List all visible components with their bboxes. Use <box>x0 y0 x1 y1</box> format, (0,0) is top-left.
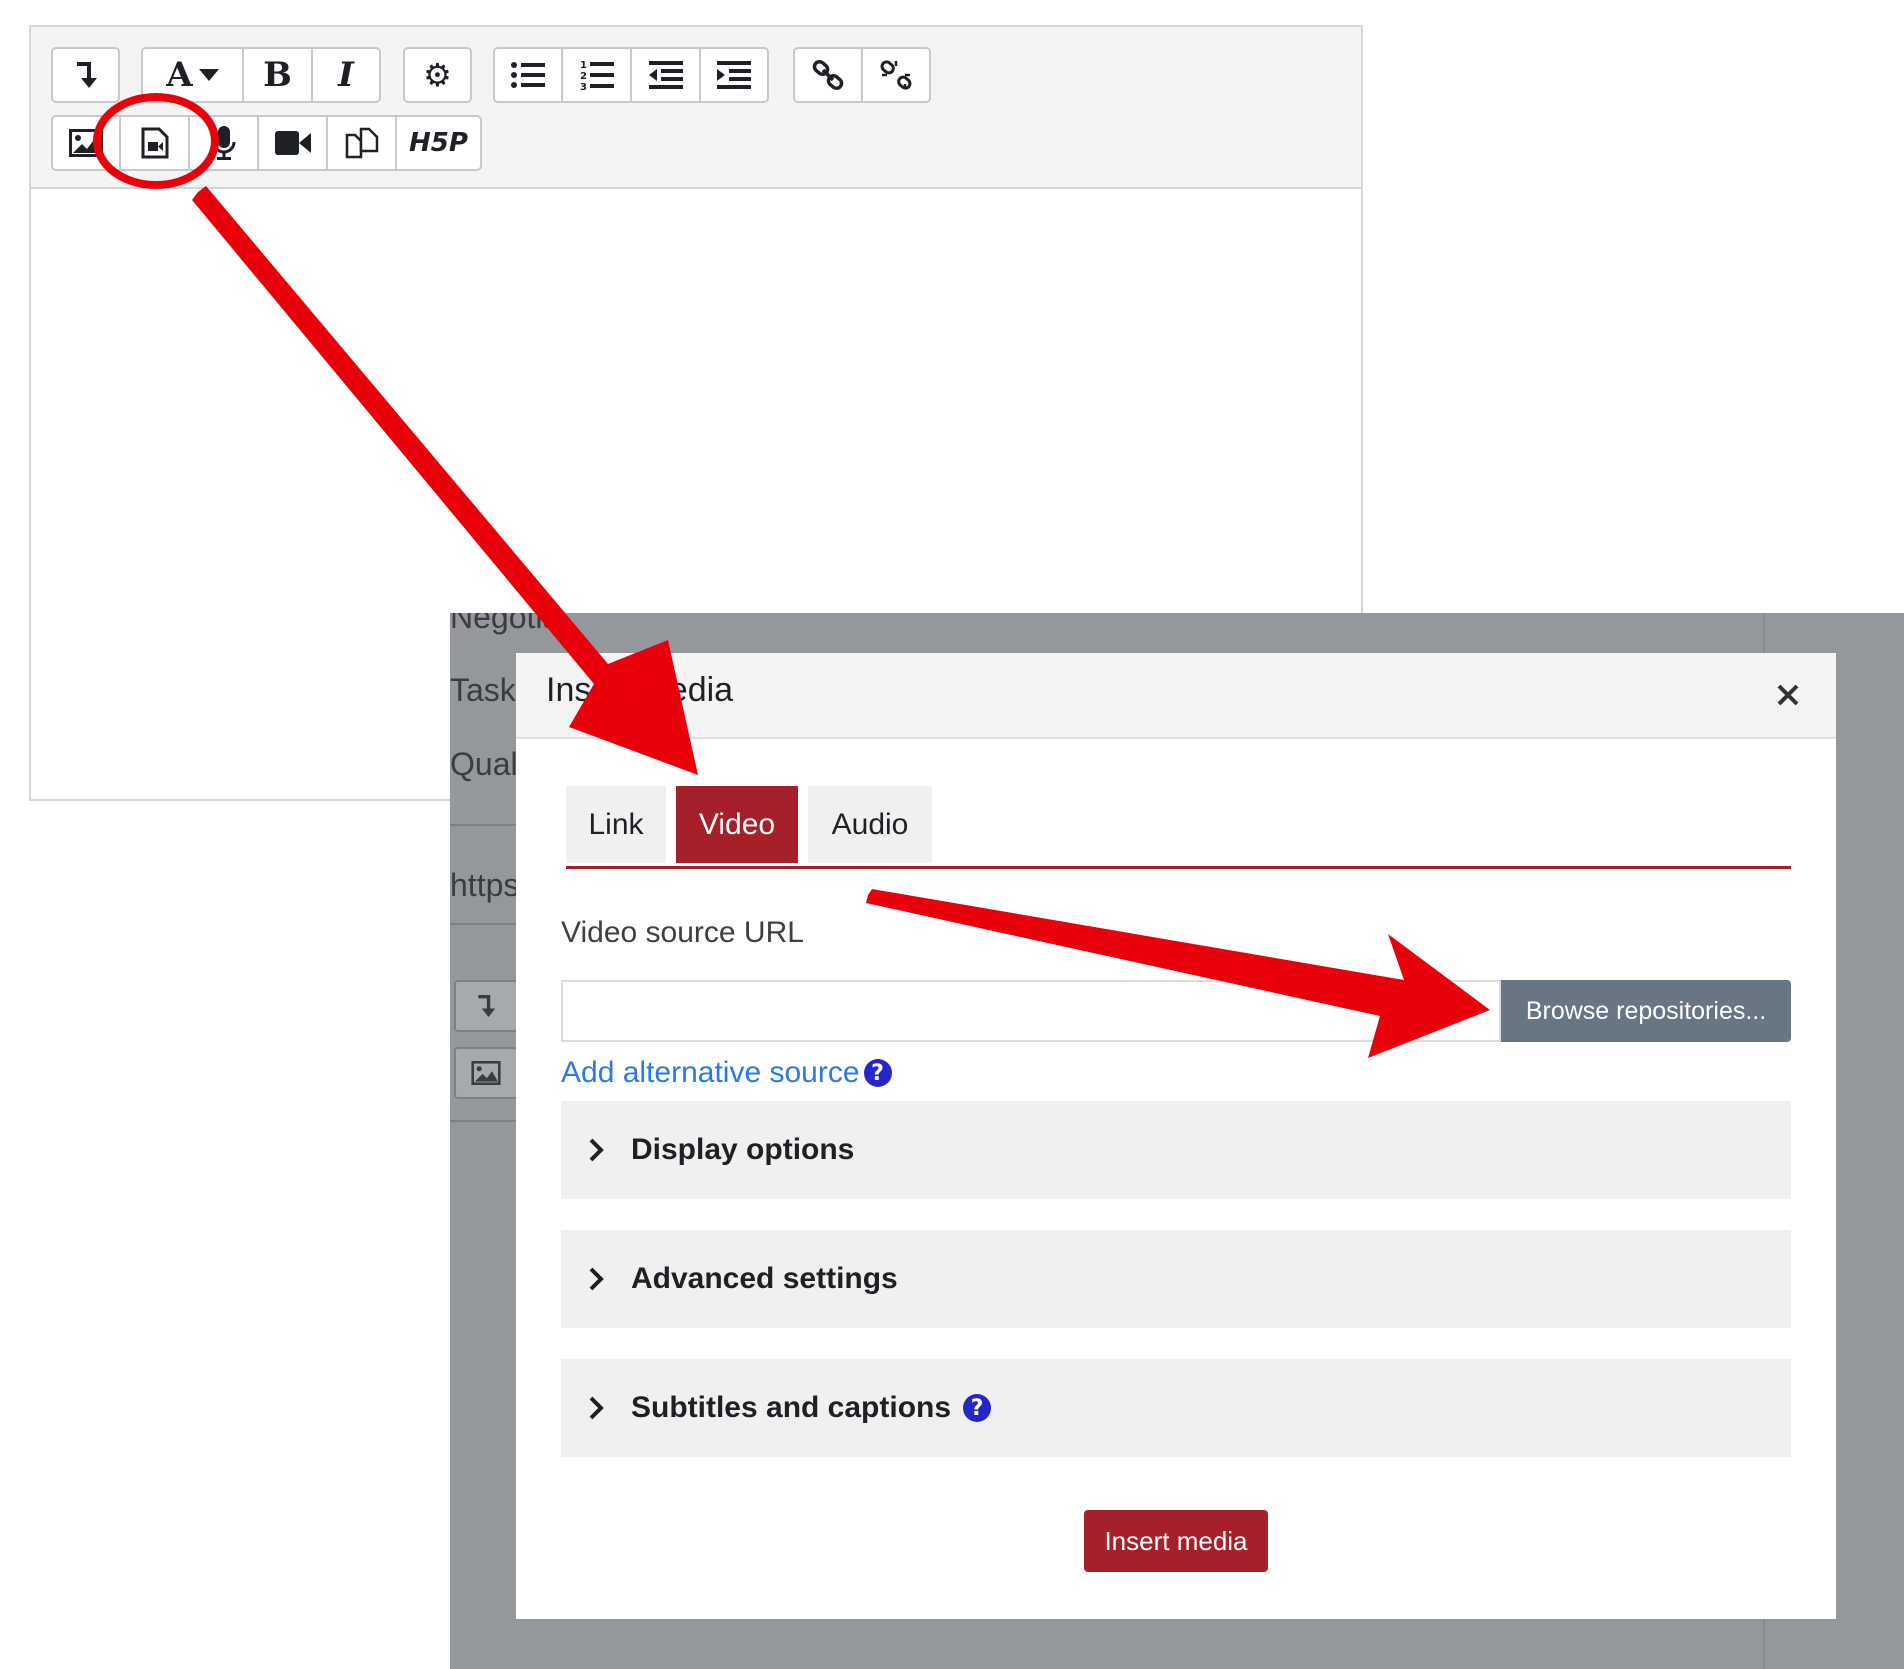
browse-repositories-button[interactable]: Browse repositories... <box>1501 980 1791 1042</box>
section-label: Display options <box>631 1133 855 1166</box>
numbered-list-icon: 1 2 3 <box>580 60 614 91</box>
font-dropdown-icon: A <box>166 55 193 95</box>
indent-icon <box>717 61 751 89</box>
unordered-list-button[interactable] <box>493 47 562 103</box>
add-alternative-source-label: Add alternative source <box>561 1056 860 1089</box>
collapse-toggle-button[interactable] <box>51 47 120 103</box>
svg-text:1: 1 <box>580 60 587 71</box>
image-icon <box>69 129 103 157</box>
bullet-list-icon <box>511 62 545 88</box>
media-file-icon <box>141 127 168 159</box>
copy-files-icon <box>345 127 378 159</box>
paragraph-styles-button[interactable]: A <box>141 47 243 103</box>
dialog-title: Insert media <box>546 671 734 709</box>
italic-button[interactable]: I <box>312 47 381 103</box>
link-button[interactable] <box>793 47 862 103</box>
chevron-right-icon <box>561 1395 631 1421</box>
ordered-list-button[interactable]: 1 2 3 <box>562 47 631 103</box>
section-label: Subtitles and captions <box>631 1391 952 1424</box>
bold-button[interactable]: B <box>243 47 312 103</box>
svg-text:2: 2 <box>580 71 587 82</box>
video-camera-icon <box>274 131 311 155</box>
display-options-section[interactable]: Display options <box>561 1101 1791 1199</box>
close-icon <box>1777 684 1799 706</box>
arrow-down-return-icon <box>478 995 496 1017</box>
section-label: Advanced settings <box>631 1262 898 1295</box>
microphone-icon <box>212 126 235 160</box>
editor-toolbar: A B I ⚙ 1 2 3 H5P <box>31 27 1361 189</box>
background-toolbar-button <box>454 1047 518 1099</box>
unlink-button[interactable] <box>862 47 931 103</box>
chevron-right-icon <box>561 1266 631 1292</box>
insert-image-button[interactable] <box>51 115 120 171</box>
svg-text:3: 3 <box>580 82 587 91</box>
unlink-icon <box>880 60 912 90</box>
insert-media-dialog: Insert media Link Video Audio Video sour… <box>516 653 1836 1619</box>
link-icon <box>812 59 844 91</box>
background-toolbar-button <box>454 980 518 1032</box>
chevron-down-icon <box>198 69 219 81</box>
media-type-tabs: Link Video Audio <box>566 786 1791 869</box>
help-icon[interactable]: ? <box>863 1059 892 1087</box>
background-text-line: Negotia <box>450 613 561 635</box>
outdent-icon <box>648 61 683 89</box>
settings-button[interactable]: ⚙ <box>403 47 472 103</box>
insert-media-button[interactable]: Insert media <box>1084 1510 1268 1572</box>
video-source-label: Video source URL <box>561 916 804 949</box>
tab-audio[interactable]: Audio <box>808 786 932 863</box>
outdent-button[interactable] <box>631 47 700 103</box>
arrow-down-return-icon <box>76 62 97 88</box>
record-video-button[interactable] <box>258 115 327 171</box>
divider <box>450 923 520 925</box>
add-alternative-source-link[interactable]: Add alternative source ? <box>561 1056 892 1090</box>
gear-icon: ⚙ <box>423 56 452 94</box>
divider <box>450 1120 520 1122</box>
dialog-header: Insert media <box>516 653 1836 739</box>
italic-icon: I <box>338 55 354 95</box>
h5p-icon: H5P <box>409 128 468 158</box>
tab-video[interactable]: Video <box>676 786 798 863</box>
close-button[interactable] <box>1766 673 1810 717</box>
divider <box>450 824 520 826</box>
h5p-button[interactable]: H5P <box>396 115 482 171</box>
help-icon[interactable]: ? <box>963 1394 992 1422</box>
video-source-url-input[interactable] <box>561 980 1501 1042</box>
insert-media-button[interactable] <box>120 115 189 171</box>
chevron-right-icon <box>561 1137 631 1163</box>
indent-button[interactable] <box>700 47 769 103</box>
manage-files-button[interactable] <box>327 115 396 171</box>
subtitles-captions-section[interactable]: Subtitles and captions ? <box>561 1359 1791 1457</box>
background-text-line: https <box>450 867 520 903</box>
tab-link[interactable]: Link <box>566 786 666 863</box>
advanced-settings-section[interactable]: Advanced settings <box>561 1230 1791 1328</box>
image-icon <box>471 1061 501 1085</box>
bold-icon: B <box>263 55 292 95</box>
record-audio-button[interactable] <box>189 115 258 171</box>
